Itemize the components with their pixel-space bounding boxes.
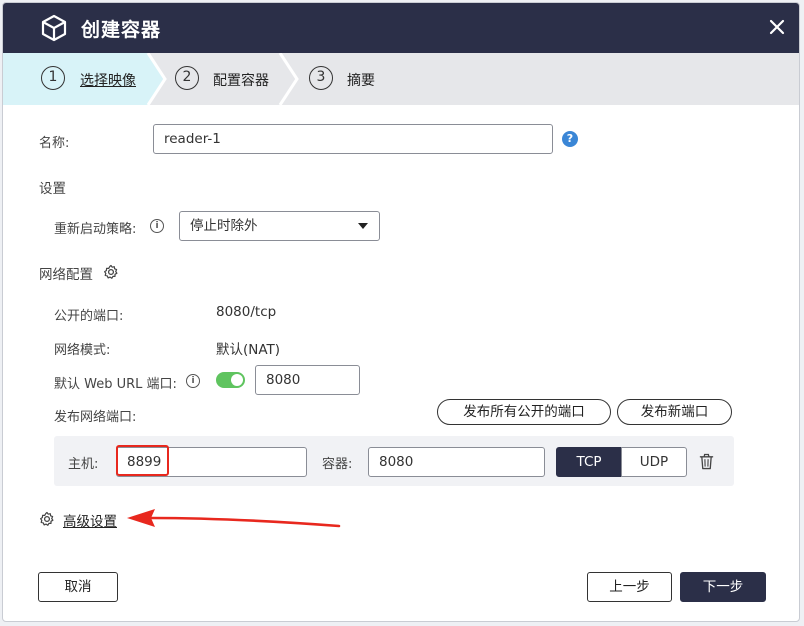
web-url-toggle[interactable]: [216, 372, 245, 388]
web-url-port-label: 默认 Web URL 端口:: [54, 377, 177, 392]
step-select-image[interactable]: 1 选择映像: [3, 53, 153, 105]
step-configure-container[interactable]: 2 配置容器: [153, 53, 293, 105]
network-mode-value: 默认(NAT): [216, 342, 281, 358]
dialog-title: 创建容器: [81, 19, 162, 41]
help-icon[interactable]: ?: [562, 131, 578, 147]
restart-policy-label: 重新启动策略:: [54, 222, 137, 237]
step-number: 1: [41, 66, 65, 90]
gear-icon[interactable]: [39, 511, 55, 527]
restart-policy-value: 停止时除外: [190, 218, 258, 234]
create-container-dialog: 创建容器 1 选择映像 2 配置容器 3 摘要 名称: reader-1 ? 设…: [2, 2, 800, 622]
close-icon[interactable]: [767, 17, 787, 37]
gear-icon[interactable]: [103, 264, 119, 280]
wizard-steps: 1 选择映像 2 配置容器 3 摘要: [3, 53, 799, 105]
publish-new-port-button[interactable]: 发布新端口: [617, 399, 732, 425]
exposed-ports-value: 8080/tcp: [216, 304, 277, 320]
next-step-button[interactable]: 下一步: [680, 572, 766, 602]
network-config-heading: 网络配置: [39, 267, 93, 283]
protocol-udp-button[interactable]: UDP: [621, 447, 687, 477]
exposed-ports-label: 公开的端口:: [54, 309, 124, 324]
step-label: 配置容器: [213, 73, 269, 89]
protocol-tcp-button[interactable]: TCP: [556, 447, 622, 477]
settings-heading: 设置: [39, 181, 66, 197]
step-number: 2: [175, 66, 199, 90]
restart-policy-select[interactable]: 停止时除外: [179, 211, 380, 241]
step-label: 选择映像: [80, 73, 136, 89]
previous-step-button[interactable]: 上一步: [587, 572, 672, 602]
info-icon[interactable]: i: [150, 219, 164, 233]
toggle-knob: [231, 374, 243, 386]
container-port-input[interactable]: 8080: [368, 447, 545, 477]
name-label: 名称:: [39, 136, 70, 151]
step-summary[interactable]: 3 摘要: [293, 53, 413, 105]
trash-icon[interactable]: [699, 453, 714, 470]
name-input[interactable]: reader-1: [153, 124, 553, 154]
publish-ports-label: 发布网络端口:: [54, 410, 137, 425]
web-url-port-input[interactable]: 8080: [255, 365, 360, 395]
host-port-label: 主机:: [68, 457, 99, 472]
publish-all-ports-button[interactable]: 发布所有公开的端口: [437, 399, 611, 425]
container-port-label: 容器:: [322, 457, 353, 472]
cancel-button[interactable]: 取消: [38, 572, 118, 602]
advanced-settings-link[interactable]: 高级设置: [63, 510, 117, 530]
cube-icon: [41, 14, 67, 42]
info-icon[interactable]: i: [186, 374, 200, 388]
dropdown-arrow-icon: [358, 223, 368, 229]
title-bar: 创建容器: [3, 3, 799, 53]
step-label: 摘要: [347, 73, 375, 89]
network-mode-label: 网络模式:: [54, 343, 111, 358]
annotation-highlight-box: [116, 445, 169, 476]
step-number: 3: [309, 66, 333, 90]
